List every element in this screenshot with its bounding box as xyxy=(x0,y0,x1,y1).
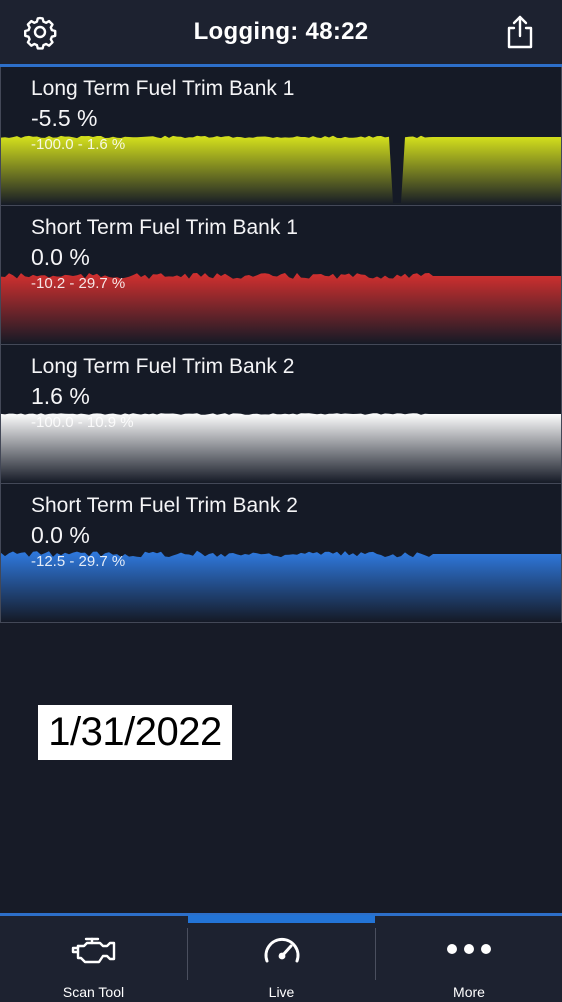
pid-value: 1.6 % xyxy=(31,383,90,409)
share-icon[interactable] xyxy=(502,14,538,50)
pid-value: 0.0 % xyxy=(31,244,90,270)
pid-value: -5.5 % xyxy=(31,105,98,131)
pid-panel-ltft-bank2[interactable]: Long Term Fuel Trim Bank 2 1.6 % -100.0 … xyxy=(0,345,562,484)
pid-panel-stft-bank1[interactable]: Short Term Fuel Trim Bank 1 0.0 % -10.2 … xyxy=(0,206,562,345)
tab-label: Scan Tool xyxy=(62,984,125,1000)
pid-range: -100.0 - 10.9 % xyxy=(31,414,134,431)
tab-more[interactable]: More xyxy=(376,916,562,1002)
pid-panels: Long Term Fuel Trim Bank 1 -5.5 % -100.0… xyxy=(0,67,562,623)
pid-name: Long Term Fuel Trim Bank 1 xyxy=(31,77,295,100)
pid-range: -10.2 - 29.7 % xyxy=(31,275,126,292)
bottom-tab-bar: Scan Tool Live More xyxy=(0,913,562,1002)
more-dots-icon xyxy=(444,934,494,969)
logging-title: Logging: 48:22 xyxy=(193,18,369,45)
top-bar: Logging: 48:22 xyxy=(0,0,562,67)
gauge-icon xyxy=(261,934,303,971)
active-tab-indicator xyxy=(188,915,375,923)
tab-live[interactable]: Live xyxy=(188,915,375,1002)
engine-icon xyxy=(70,934,118,971)
pid-range: -12.5 - 29.7 % xyxy=(31,553,126,570)
pid-name: Short Term Fuel Trim Bank 1 xyxy=(31,216,298,239)
pid-name: Short Term Fuel Trim Bank 2 xyxy=(31,494,298,517)
pid-panel-stft-bank2[interactable]: Short Term Fuel Trim Bank 2 0.0 % -12.5 … xyxy=(0,484,562,623)
pid-name: Long Term Fuel Trim Bank 2 xyxy=(31,355,295,378)
tab-label: More xyxy=(453,984,485,1000)
tab-scan-tool[interactable]: Scan Tool xyxy=(0,916,187,1002)
pid-panel-ltft-bank1[interactable]: Long Term Fuel Trim Bank 1 -5.5 % -100.0… xyxy=(0,67,562,206)
date-label: 1/31/2022 xyxy=(38,705,232,760)
pid-value: 0.0 % xyxy=(31,522,90,548)
tab-label: Live xyxy=(268,984,295,1000)
pid-range: -100.0 - 1.6 % xyxy=(31,136,126,153)
